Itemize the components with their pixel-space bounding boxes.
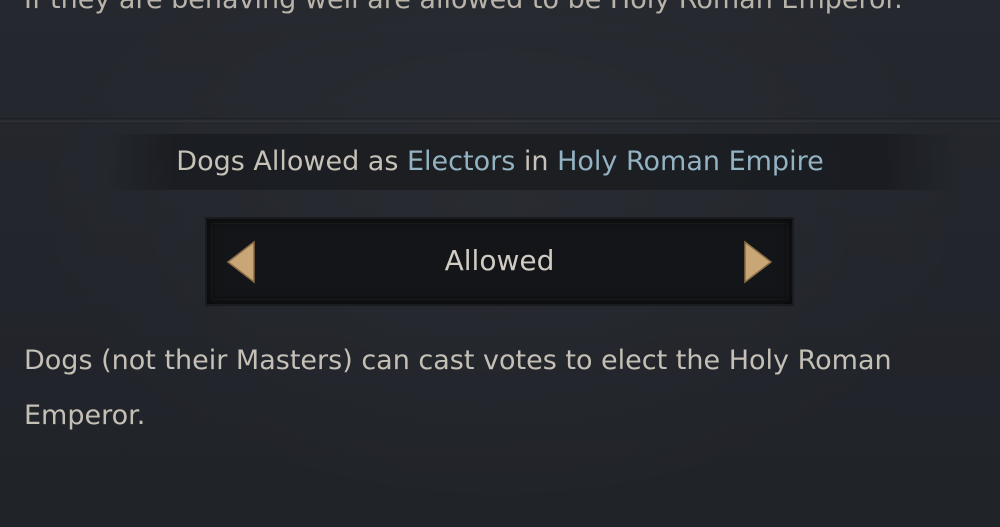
chevron-right-icon [744,240,773,284]
law-title-middle: in [515,146,558,177]
selected-option-value: Allowed [444,244,555,277]
previous-law-description: If they are behaving well are allowed to… [24,0,1000,18]
law-option-selector: Allowed [207,219,792,304]
next-option-button[interactable] [741,240,775,284]
law-title-prefix: Dogs Allowed as [176,146,407,177]
law-title: Dogs Allowed as Electors in Holy Roman E… [0,142,1000,182]
law-panel: If they are behaving well are allowed to… [0,0,1000,527]
electors-link[interactable]: Electors [407,146,515,177]
section-divider [0,118,1000,124]
law-description: Dogs (not their Masters) can cast votes … [24,345,892,431]
holy-roman-empire-link[interactable]: Holy Roman Empire [557,146,824,177]
